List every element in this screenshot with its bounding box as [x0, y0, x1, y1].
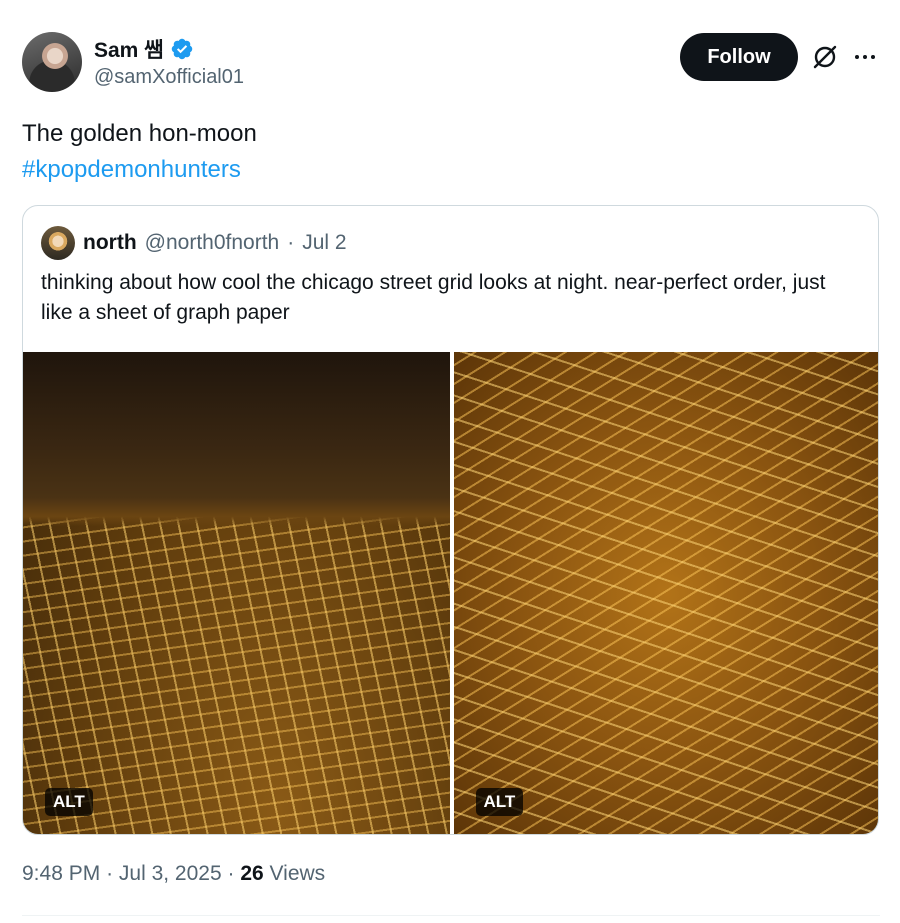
- quoted-author-avatar[interactable]: [41, 226, 75, 260]
- author-avatar[interactable]: [22, 32, 82, 92]
- quoted-tweet-text: thinking about how cool the chicago stre…: [41, 271, 826, 324]
- media-photo-2[interactable]: ALT: [453, 352, 878, 834]
- separator-dot: ·: [287, 231, 295, 254]
- tweet-header: Sam 쌤 @samXofficial01 Follow: [22, 32, 880, 94]
- media-photo-1[interactable]: ALT: [23, 352, 450, 834]
- follow-button[interactable]: Follow: [680, 33, 798, 81]
- quoted-author-handle[interactable]: @north0fnorth: [145, 231, 280, 255]
- grok-icon[interactable]: [812, 44, 838, 70]
- quoted-tweet-card[interactable]: north @north0fnorth · Jul 2 thinking abo…: [22, 205, 879, 835]
- quoted-media-grid: ALT ALT: [23, 352, 878, 834]
- tweet-body-text: The golden hon-moon: [22, 120, 257, 147]
- author-name-row: Sam 쌤: [94, 34, 194, 64]
- author-handle[interactable]: @samXofficial01: [94, 66, 244, 89]
- views-label: Views: [269, 862, 326, 885]
- quoted-tweet-date[interactable]: Jul 2: [302, 231, 346, 255]
- tweet-time[interactable]: 9:48 PM: [22, 862, 100, 885]
- alt-text-badge[interactable]: ALT: [475, 788, 524, 816]
- hashtag-link[interactable]: #kpopdemonhunters: [22, 152, 880, 188]
- alt-text-badge[interactable]: ALT: [45, 788, 93, 816]
- views-count: 26: [240, 862, 264, 885]
- separator-dot: ·: [227, 862, 235, 885]
- quoted-author-name[interactable]: north: [83, 231, 137, 255]
- separator-dot: ·: [106, 862, 114, 885]
- tweet-date[interactable]: Jul 3, 2025: [119, 862, 222, 885]
- verified-badge-icon: [171, 38, 192, 60]
- quoted-tweet-header: north @north0fnorth · Jul 2: [41, 226, 347, 260]
- tweet-meta: 9:48 PM · Jul 3, 2025 · 26 Views: [22, 862, 325, 886]
- divider: [22, 915, 880, 916]
- more-options-icon[interactable]: [850, 42, 880, 72]
- tweet-text: The golden hon-moon #kpopdemonhunters: [22, 116, 880, 188]
- author-display-name[interactable]: Sam 쌤: [94, 34, 164, 64]
